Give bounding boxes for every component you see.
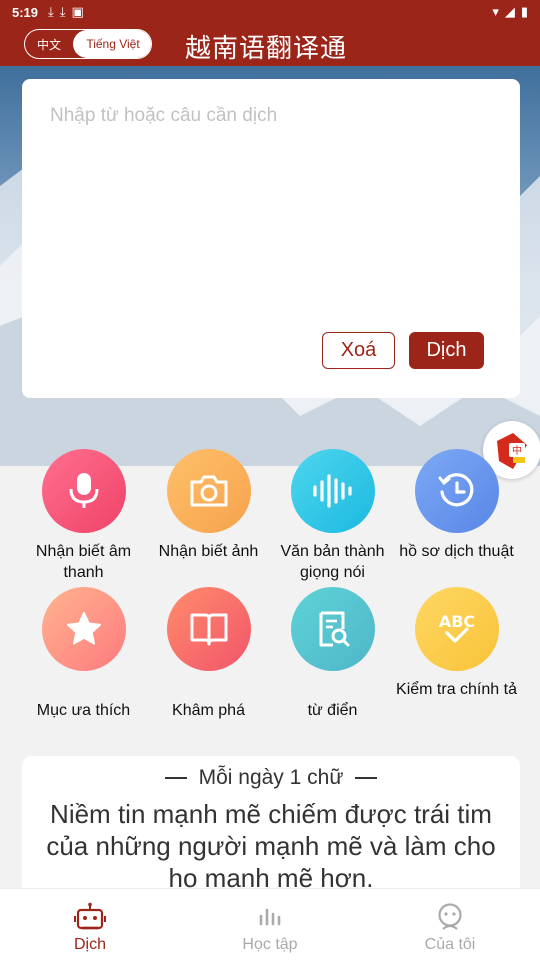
abc-check-icon: ABC [414,587,499,671]
clear-button[interactable]: Xoá [322,332,395,369]
nav-label: Dịch [73,936,106,953]
feature-label: Nhận biết âm thanh [35,543,132,581]
feature-image-recognition[interactable]: Nhận biết ảnh [141,449,276,562]
feature-label: Nhận biết ảnh [158,543,259,560]
lang-option-chinese[interactable]: 中文 [25,30,73,58]
feature-label: từ điển [307,702,358,719]
status-time: 5:19 [12,4,39,20]
star-icon [41,587,126,671]
signal-icon: ◢ [504,4,515,19]
app-header: 中文 Tiếng Việt 越南语翻译通 [0,24,540,66]
bar-chart-icon [259,908,281,926]
nav-label: Của tôi [424,936,476,953]
feature-label: Văn bản thành giọng nói [280,543,385,581]
nav-tab-study[interactable]: Học tập [180,889,360,961]
microphone-icon [41,449,126,533]
history-icon [414,449,499,533]
translation-input[interactable] [50,105,490,325]
nav-label: Học tập [242,936,298,953]
download-icon: ⤓ [59,4,66,19]
feature-translation-history[interactable]: hồ sơ dịch thuật [389,449,524,562]
sound-wave-icon [290,449,375,533]
status-bar: 5:19 ⤓ ⤓ ▣ ▾ ◢ ▮ [0,0,540,24]
feature-label: Kiểm tra chính tả [396,681,517,698]
daily-title-text: Mỗi ngày 1 chữ [198,766,344,789]
feature-favorites[interactable]: Mục ưa thích [16,587,151,721]
translation-input-card: Xoá Dịch [22,79,520,398]
nav-tab-translate[interactable]: Dịch [0,889,180,961]
daily-quote-title: Mỗi ngày 1 chữ [22,766,520,790]
dictionary-search-icon [290,587,375,671]
robot-icon [74,902,106,930]
user-face-icon [438,903,462,930]
feature-voice-recognition[interactable]: Nhận biết âm thanh [16,449,151,583]
feature-label: hồ sơ dịch thuật [399,543,514,560]
bottom-navigation: Dịch Học tập Của tôi [0,888,540,961]
feature-label: Khâm phá [172,702,245,719]
feature-explore[interactable]: Khâm phá [141,587,276,721]
download-icon: ⤓ [48,4,54,19]
app-title: 越南语翻译通 [185,34,348,64]
feature-text-to-speech[interactable]: Văn bản thành giọng nói [265,449,400,583]
nav-tab-mine[interactable]: Của tôi [360,889,540,961]
daily-quote-text: Niềm tin mạnh mẽ chiếm được trái tim của… [46,799,496,893]
book-icon [166,587,251,671]
feature-dictionary[interactable]: từ điển [265,587,400,721]
wifi-icon: ▾ [492,4,499,19]
lang-option-vietnamese[interactable]: Tiếng Việt [73,30,151,58]
language-toggle[interactable]: 中文 Tiếng Việt [24,29,152,59]
app-notification-icon: ▣ [71,4,84,19]
svg-text:ABC: ABC [438,612,474,631]
feature-spell-check[interactable]: ABC Kiểm tra chính tả [389,587,524,700]
translate-button[interactable]: Dịch [409,332,484,369]
feature-label: Mục ưa thích [36,702,131,719]
camera-icon [166,449,251,533]
battery-icon: ▮ [520,4,528,19]
